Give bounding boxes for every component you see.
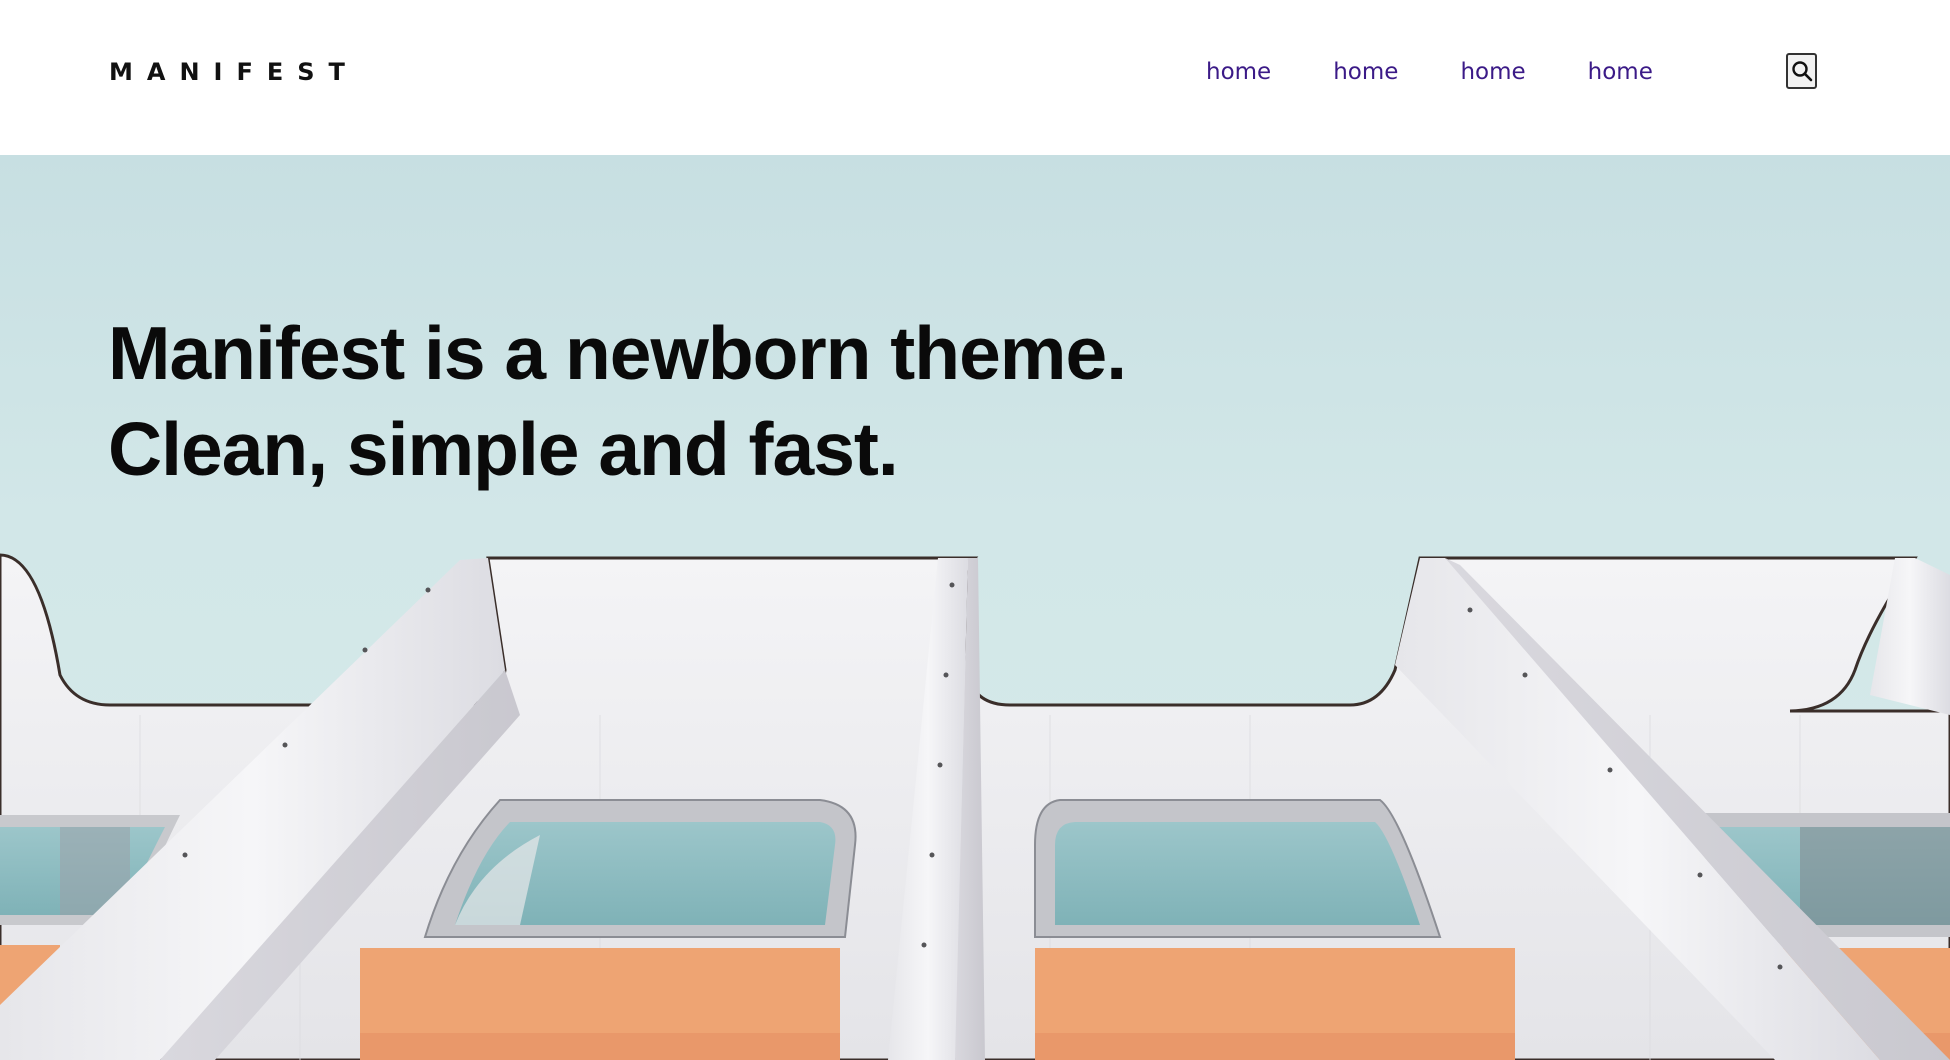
orange-panel (1035, 948, 1515, 1033)
hero-headline-line-1: Manifest is a newborn theme. (108, 311, 1127, 395)
hero-headline: Manifest is a newborn theme. Clean, simp… (108, 305, 1127, 497)
orange-panel (360, 948, 840, 1033)
nav-item-home-1[interactable]: home (1206, 55, 1271, 89)
search-icon (1791, 61, 1812, 82)
site-header: MANIFEST home home home home (0, 0, 1950, 155)
nav-item-home-3[interactable]: home (1460, 55, 1525, 89)
hero-building-image (0, 553, 1950, 1060)
nav-item-home-4[interactable]: home (1588, 55, 1653, 89)
search-button[interactable] (1786, 53, 1817, 89)
site-logo[interactable]: MANIFEST (109, 57, 359, 87)
hero-banner: Manifest is a newborn theme. Clean, simp… (0, 155, 1950, 1060)
main-nav: home home home home (1206, 55, 1715, 89)
window (423, 799, 857, 938)
nav-item-home-2[interactable]: home (1333, 55, 1398, 89)
hero-headline-line-2: Clean, simple and fast. (108, 407, 899, 491)
window (1034, 799, 1442, 938)
